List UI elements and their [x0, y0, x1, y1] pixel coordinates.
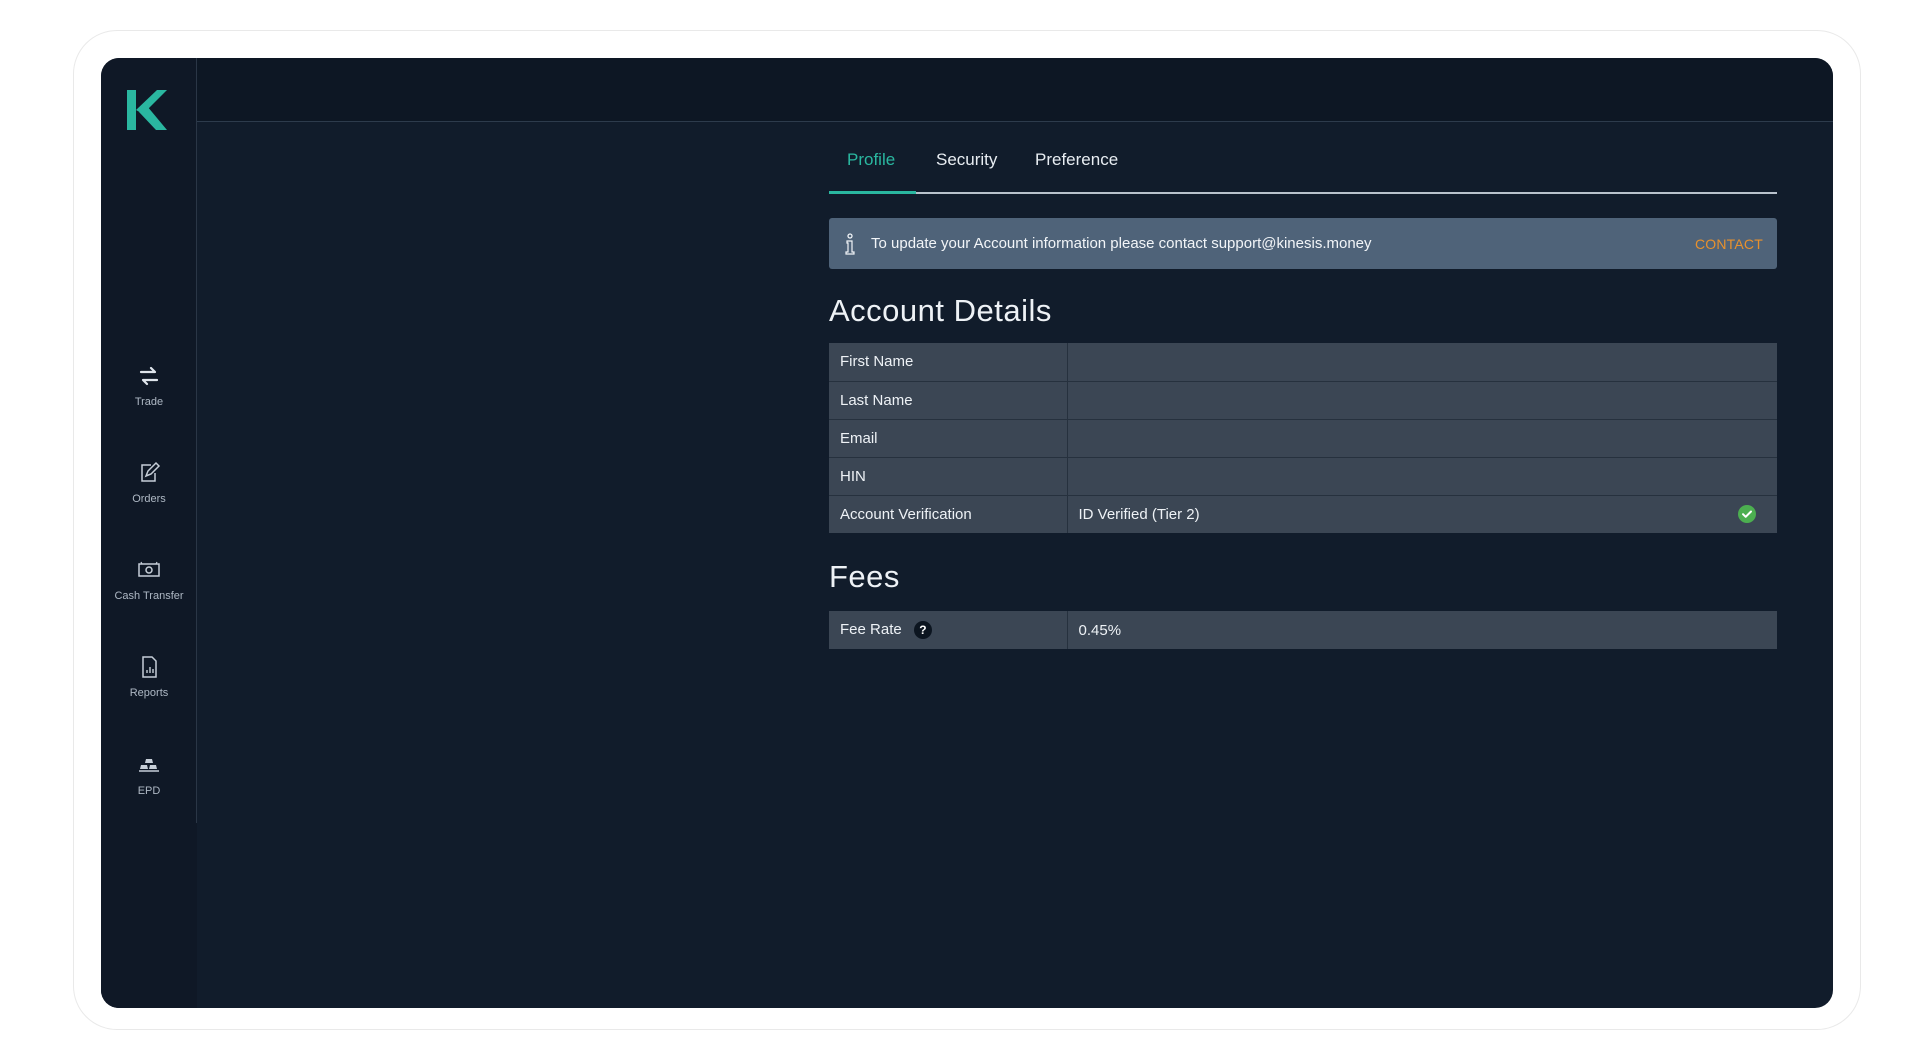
gold-bars-icon: [139, 759, 159, 772]
arrows-swap-icon: [139, 366, 159, 386]
check-circle-icon: [1738, 505, 1756, 524]
row-label: Account Verification: [829, 495, 1068, 533]
fee-rate-label: Fee Rate: [840, 620, 902, 638]
sidebar-item-orders[interactable]: Orders: [101, 461, 197, 507]
row-value: [1067, 381, 1777, 420]
main-content: Profile Security Preference To update yo…: [829, 138, 1777, 649]
row-value: [1067, 419, 1777, 458]
kinesis-logo[interactable]: [125, 88, 169, 132]
sidebar-item-trade[interactable]: Trade: [101, 364, 197, 410]
info-alert: To update your Account information pleas…: [829, 218, 1777, 269]
account-details-title: Account Details: [829, 293, 1052, 328]
sidebar-item-label: Trade: [134, 396, 164, 408]
app-screen: Trade Orders Cash Transfer Reports EPD P…: [101, 58, 1833, 1008]
tab-preference[interactable]: Preference: [1035, 150, 1118, 184]
row-label-cell: Fee Rate ?: [829, 611, 1068, 649]
top-bar: [197, 58, 1833, 122]
row-label: Last Name: [829, 381, 1068, 420]
sidebar-item-reports[interactable]: Reports: [101, 655, 197, 701]
help-icon[interactable]: ?: [913, 621, 932, 640]
table-row: Fee Rate ? 0.45%: [829, 611, 1777, 649]
row-label: First Name: [829, 343, 1068, 382]
row-value-cell: ID Verified (Tier 2): [1067, 495, 1777, 533]
sidebar-item-cash-transfer[interactable]: Cash Transfer: [101, 558, 197, 604]
sidebar-item-label: Orders: [132, 493, 166, 505]
row-label: HIN: [829, 457, 1068, 496]
sidebar-item-epd[interactable]: EPD: [101, 753, 197, 799]
sidebar-footer: [101, 823, 197, 1008]
table-row: First Name: [829, 343, 1777, 382]
row-value: [1067, 343, 1777, 382]
fees-table: Fee Rate ? 0.45%: [829, 611, 1777, 649]
row-value: [1067, 457, 1777, 496]
alert-message: To update your Account information pleas…: [871, 235, 1372, 252]
sidebar: Trade Orders Cash Transfer Reports EPD: [101, 58, 197, 1008]
table-row: Last Name: [829, 381, 1777, 420]
active-tab-indicator: [829, 191, 916, 194]
report-file-icon: [142, 656, 157, 678]
edit-document-icon: [141, 461, 161, 482]
table-row: Email: [829, 419, 1777, 458]
table-row: HIN: [829, 457, 1777, 496]
info-icon: [845, 232, 855, 255]
sidebar-item-label: Reports: [129, 687, 169, 699]
fee-rate-value: 0.45%: [1078, 621, 1122, 639]
tab-security[interactable]: Security: [936, 150, 997, 184]
sidebar-item-label: Cash Transfer: [114, 590, 184, 602]
row-label: Email: [829, 419, 1068, 458]
verification-status: ID Verified (Tier 2): [1078, 505, 1200, 523]
sidebar-item-label: EPD: [137, 785, 161, 797]
tab-profile[interactable]: Profile: [847, 150, 895, 184]
verification-value: ID Verified (Tier 2): [1078, 505, 1767, 524]
table-row: Account Verification ID Verified (Tier 2…: [829, 495, 1777, 533]
contact-link[interactable]: CONTACT: [1695, 236, 1763, 252]
account-details-table: First Name Last Name Email HIN Account V…: [829, 343, 1777, 533]
tab-bar: Profile Security Preference: [829, 138, 1777, 194]
cash-icon: [138, 561, 160, 577]
fees-title: Fees: [829, 559, 900, 594]
